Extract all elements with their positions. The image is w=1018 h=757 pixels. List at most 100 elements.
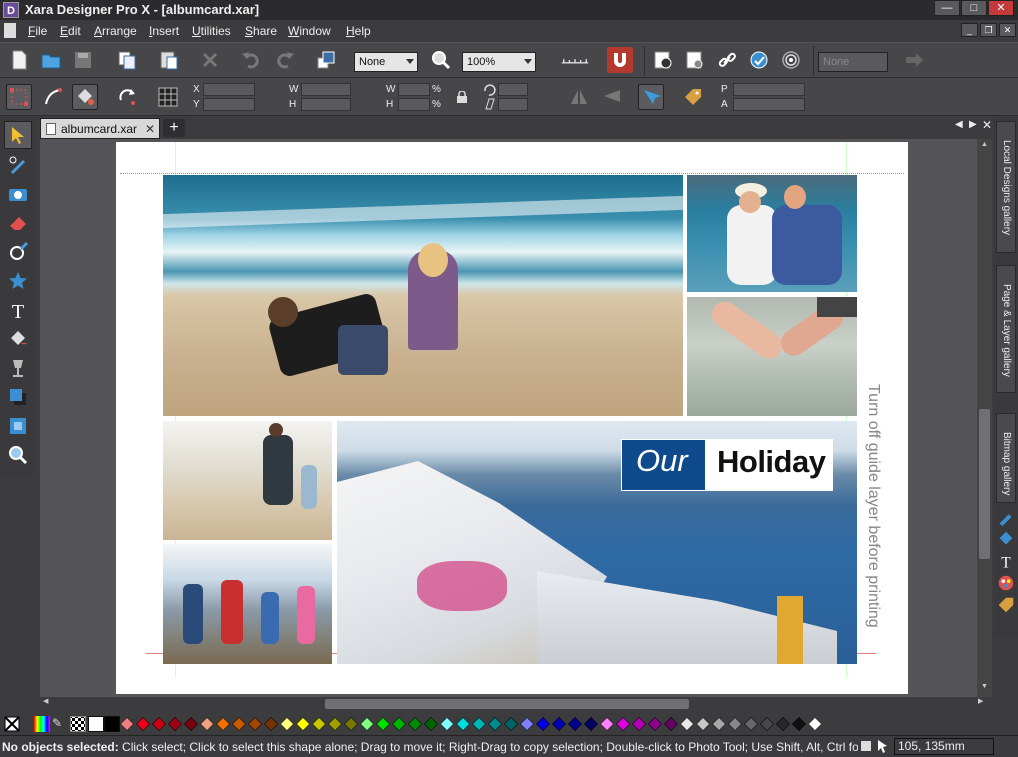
title-box[interactable]: Our Holiday <box>621 439 833 491</box>
tab-scroll-left-icon[interactable]: ◀ <box>955 119 963 130</box>
copy-icon[interactable] <box>114 47 140 73</box>
color-swatch[interactable] <box>503 716 519 732</box>
page[interactable]: Our Holiday Turn off guide layer before … <box>116 142 908 694</box>
color-swatch[interactable] <box>167 716 183 732</box>
color-swatch[interactable] <box>199 716 215 732</box>
color-swatch[interactable] <box>711 716 727 732</box>
name-gallery-icon[interactable] <box>996 595 1016 615</box>
close-tab-icon[interactable]: ✕ <box>145 119 155 139</box>
horizontal-scrollbar[interactable]: ◀ ▶ <box>40 697 992 711</box>
p-field[interactable] <box>733 83 805 96</box>
local-designs-gallery-tab[interactable]: Local Designs gallery <box>996 121 1016 253</box>
transparent-swatch-icon[interactable] <box>70 716 86 732</box>
color-swatch[interactable] <box>631 716 647 732</box>
redo-icon[interactable] <box>272 47 298 73</box>
new-document-icon[interactable] <box>6 47 32 73</box>
vertical-scrollbar[interactable]: ▲ ▼ <box>977 139 992 699</box>
color-swatch[interactable] <box>104 716 120 732</box>
snap-status-icon[interactable] <box>860 738 874 754</box>
fill-gallery-icon[interactable] <box>996 529 1016 549</box>
color-swatch[interactable] <box>599 716 615 732</box>
color-swatch[interactable] <box>231 716 247 732</box>
color-swatch[interactable] <box>135 716 151 732</box>
hikers-photo[interactable] <box>163 544 332 664</box>
walking-photo[interactable] <box>163 421 332 540</box>
color-swatch[interactable] <box>311 716 327 732</box>
minimize-button[interactable]: — <box>934 0 960 16</box>
scroll-down-icon[interactable]: ▼ <box>981 683 988 690</box>
menu-insert[interactable]: Insert <box>149 24 179 38</box>
color-swatch[interactable] <box>679 716 695 732</box>
tag-icon[interactable] <box>680 84 706 110</box>
pen-gallery-icon[interactable] <box>996 507 1016 527</box>
color-swatch[interactable] <box>615 716 631 732</box>
font-gallery-icon[interactable]: T <box>996 551 1016 571</box>
fill-tool-icon[interactable] <box>4 325 32 353</box>
scroll-up-icon[interactable]: ▲ <box>981 141 988 148</box>
pointer-select-icon[interactable] <box>638 84 664 110</box>
undo-icon[interactable] <box>238 47 264 73</box>
snap-magnet-icon[interactable] <box>607 47 633 73</box>
color-swatch[interactable] <box>727 716 743 732</box>
document-icon[interactable] <box>4 23 16 38</box>
preview-icon[interactable] <box>650 47 676 73</box>
hands-photo[interactable] <box>687 297 857 416</box>
photo-tool-icon[interactable] <box>4 180 32 208</box>
name-select[interactable]: None <box>818 52 888 72</box>
web-publish-icon[interactable] <box>746 47 772 73</box>
color-swatch[interactable] <box>119 716 135 732</box>
color-swatch[interactable] <box>647 716 663 732</box>
shadow-tool-icon[interactable] <box>4 383 32 411</box>
eraser-tool-icon[interactable] <box>4 209 32 237</box>
color-swatch[interactable] <box>535 716 551 732</box>
scroll-left-icon[interactable]: ◀ <box>43 697 48 705</box>
zoom-icon[interactable] <box>428 47 454 73</box>
color-swatch[interactable] <box>455 716 471 732</box>
scroll-right-icon[interactable]: ▶ <box>978 697 983 705</box>
menu-edit[interactable]: Edit <box>60 24 81 38</box>
x-field[interactable] <box>203 83 255 96</box>
menu-help[interactable]: Help <box>346 24 371 38</box>
text-tool-icon[interactable]: T <box>4 296 32 324</box>
tab-albumcard[interactable]: albumcard.xar ✕ <box>40 118 160 139</box>
grid-icon[interactable] <box>155 84 181 110</box>
color-swatch[interactable] <box>343 716 359 732</box>
menu-utilities[interactable]: Utilities <box>192 24 231 38</box>
broadcast-icon[interactable] <box>778 47 804 73</box>
color-swatch[interactable] <box>775 716 791 732</box>
doc-minimize-button[interactable]: _ <box>961 23 978 37</box>
beach-photo[interactable] <box>163 175 683 416</box>
color-swatch[interactable] <box>327 716 343 732</box>
apply-arrow-icon[interactable] <box>898 47 930 73</box>
page-layer-gallery-tab[interactable]: Page & Layer gallery <box>996 265 1016 393</box>
tab-scroll-right-icon[interactable]: ▶ <box>969 119 977 130</box>
color-swatch[interactable] <box>759 716 775 732</box>
color-swatch[interactable] <box>551 716 567 732</box>
app-icon[interactable]: D <box>3 2 19 18</box>
color-swatch[interactable] <box>791 716 807 732</box>
color-swatch[interactable] <box>247 716 263 732</box>
rotate-handle-icon[interactable] <box>114 84 140 110</box>
save-icon[interactable] <box>70 47 96 73</box>
no-color-icon[interactable] <box>4 716 20 732</box>
color-swatch[interactable] <box>519 716 535 732</box>
menu-share[interactable]: Share <box>245 24 277 38</box>
color-swatch[interactable] <box>279 716 295 732</box>
a-field[interactable] <box>733 98 805 111</box>
curve-edit-icon[interactable] <box>40 84 66 110</box>
color-gallery-icon[interactable] <box>996 573 1016 593</box>
couple-photo[interactable] <box>687 175 857 292</box>
bevel-tool-icon[interactable] <box>4 412 32 440</box>
doc-close-button[interactable]: ✕ <box>999 23 1016 37</box>
rotation-field[interactable] <box>498 83 528 96</box>
close-document-icon[interactable]: ✕ <box>982 118 992 132</box>
color-swatch[interactable] <box>663 716 679 732</box>
height-percent-field[interactable] <box>398 98 430 111</box>
color-swatch[interactable] <box>743 716 759 732</box>
pointer-status-icon[interactable] <box>876 738 890 754</box>
new-tab-button[interactable]: + <box>163 119 185 137</box>
flip-vertical-icon[interactable] <box>598 84 624 110</box>
color-swatch[interactable] <box>407 716 423 732</box>
width-field[interactable] <box>301 83 351 96</box>
color-swatch[interactable] <box>295 716 311 732</box>
